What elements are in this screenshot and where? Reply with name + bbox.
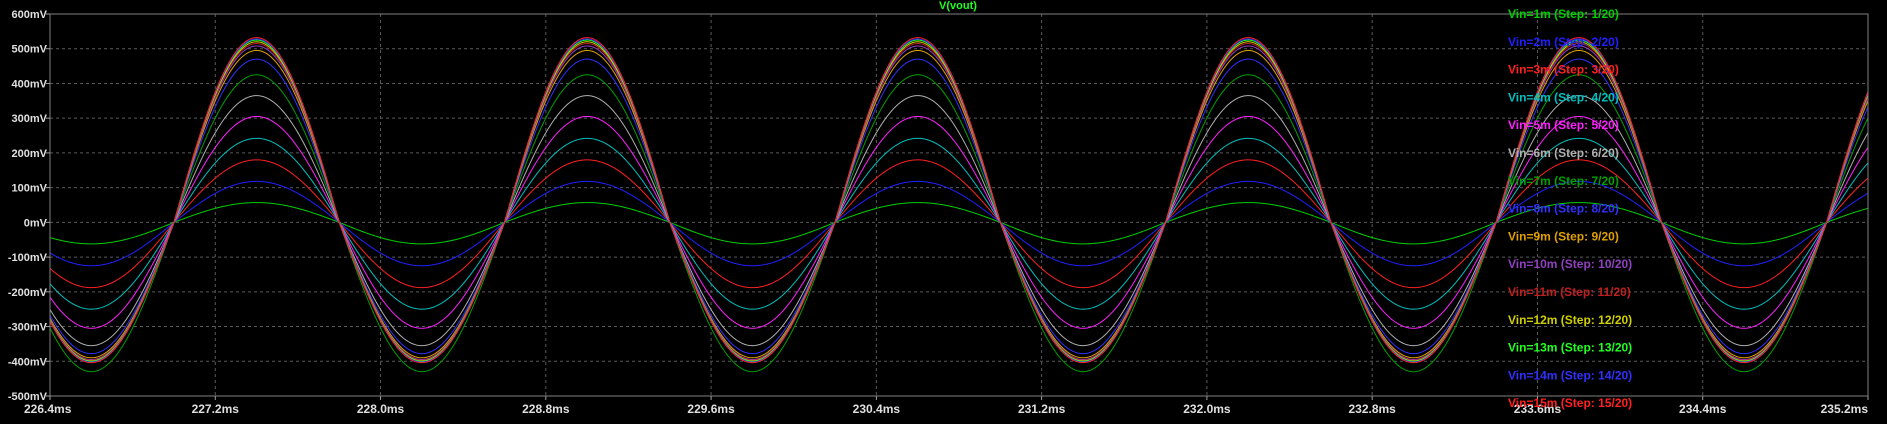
- y-tick-label: 300mV: [12, 113, 48, 125]
- legend-entry-9[interactable]: Vin=9m (Step: 9/20): [1508, 229, 1619, 243]
- x-tick-label: 229.6ms: [687, 402, 735, 416]
- x-tick-label: 228.8ms: [522, 402, 570, 416]
- x-tick-label: 232.8ms: [1348, 402, 1396, 416]
- chart-title[interactable]: V(vout): [939, 0, 977, 12]
- legend-entry-12[interactable]: Vin=12m (Step: 12/20): [1508, 313, 1632, 327]
- x-tick-label: 232.0ms: [1183, 402, 1231, 416]
- legend-entry-4[interactable]: Vin=4m (Step: 4/20): [1508, 90, 1619, 104]
- legend: Vin=1m (Step: 1/20) Vin=2m (Step: 2/20) Vi…: [1508, 7, 1632, 410]
- legend-entry-10[interactable]: Vin=10m (Step: 10/20): [1508, 257, 1632, 271]
- legend-entry-15[interactable]: Vin=15m (Step: 15/20): [1508, 396, 1632, 410]
- legend-entry-8[interactable]: Vin=8m (Step: 8/20): [1508, 202, 1619, 216]
- legend-entry-3[interactable]: Vin=3m (Step: 3/20): [1508, 63, 1619, 77]
- x-tick-label: 227.2ms: [192, 402, 240, 416]
- y-tick-label: 200mV: [12, 148, 48, 160]
- x-tick-label: 231.2ms: [1018, 402, 1066, 416]
- y-tick-label: 0mV: [24, 217, 48, 229]
- y-tick-label: -400mV: [8, 356, 48, 368]
- waveform-plot[interactable]: 600mV 500mV 400mV 300mV 200mV 100mV 0mV -100mV -…: [0, 0, 1887, 419]
- legend-entry-6[interactable]: Vin=6m (Step: 6/20): [1508, 146, 1619, 160]
- legend-entry-1[interactable]: Vin=1m (Step: 1/20): [1508, 7, 1619, 21]
- legend-entry-11[interactable]: Vin=11m (Step: 11/20): [1508, 285, 1631, 299]
- x-tick-label: 230.4ms: [853, 402, 901, 416]
- y-tick-label: 500mV: [12, 44, 48, 56]
- legend-entry-5[interactable]: Vin=5m (Step: 5/20): [1508, 118, 1619, 132]
- x-tick-label: 235.2ms: [1821, 402, 1869, 416]
- legend-entry-2[interactable]: Vin=2m (Step: 2/20): [1508, 35, 1619, 49]
- legend-entry-14[interactable]: Vin=14m (Step: 14/20): [1508, 368, 1632, 382]
- plot-svg[interactable]: 600mV 500mV 400mV 300mV 200mV 100mV 0mV -100mV -…: [0, 0, 1887, 419]
- x-tick-label: 234.4ms: [1679, 402, 1727, 416]
- x-tick-label: 226.4ms: [24, 402, 72, 416]
- y-tick-label: 400mV: [12, 78, 48, 90]
- y-tick-label: -300mV: [8, 322, 48, 334]
- x-tick-label: 228.0ms: [357, 402, 405, 416]
- y-tick-label: 600mV: [12, 9, 48, 21]
- y-tick-label: 100mV: [12, 183, 48, 195]
- y-tick-label: -100mV: [8, 252, 48, 264]
- legend-entry-7[interactable]: Vin=7m (Step: 7/20): [1508, 174, 1619, 188]
- legend-entry-13[interactable]: Vin=13m (Step: 13/20): [1508, 341, 1632, 355]
- y-tick-label: -200mV: [8, 287, 48, 299]
